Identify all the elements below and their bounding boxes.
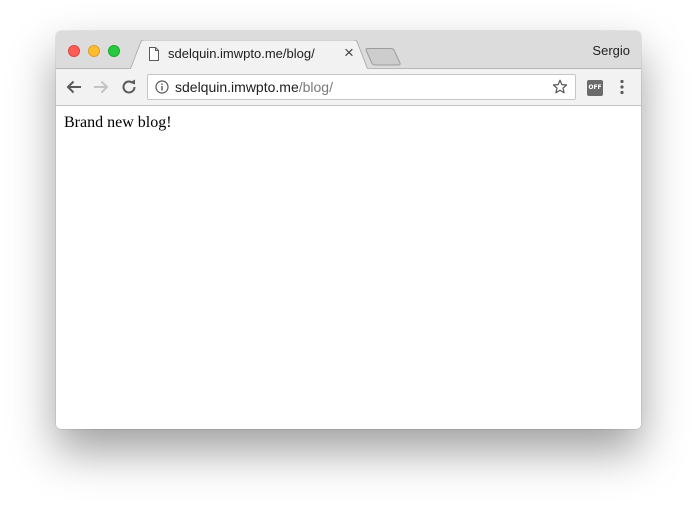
extension-off-icon[interactable]: OFF bbox=[587, 80, 603, 96]
tab-title: sdelquin.imwpto.me/blog/ bbox=[168, 46, 315, 61]
info-icon[interactable] bbox=[155, 80, 169, 94]
url-path: /blog/ bbox=[298, 79, 333, 95]
page-body-text: Brand new blog! bbox=[64, 114, 172, 131]
window-minimize-button[interactable] bbox=[88, 45, 100, 57]
browser-toolbar: sdelquin.imwpto.me/blog/ OFF bbox=[56, 69, 641, 106]
window-maximize-button[interactable] bbox=[108, 45, 120, 57]
reload-icon[interactable] bbox=[120, 78, 138, 96]
window-close-button[interactable] bbox=[68, 45, 80, 57]
new-tab-button[interactable] bbox=[364, 47, 404, 67]
tab-strip: sdelquin.imwpto.me/blog/ × Sergio bbox=[56, 31, 641, 70]
forward-arrow-icon[interactable] bbox=[92, 78, 110, 96]
kebab-menu-icon[interactable] bbox=[618, 79, 626, 95]
url-host: sdelquin.imwpto.me bbox=[175, 79, 299, 95]
star-icon[interactable] bbox=[552, 79, 568, 95]
page-viewport: Brand new blog! bbox=[56, 106, 641, 429]
back-arrow-icon[interactable] bbox=[65, 78, 83, 96]
tab-active[interactable]: sdelquin.imwpto.me/blog/ × bbox=[130, 40, 368, 70]
document-icon bbox=[149, 47, 159, 61]
url-text[interactable]: sdelquin.imwpto.me/blog/ bbox=[175, 79, 333, 95]
browser-window: sdelquin.imwpto.me/blog/ × Sergio sdelqu… bbox=[56, 31, 641, 429]
profile-name[interactable]: Sergio bbox=[592, 43, 630, 58]
address-bar[interactable]: sdelquin.imwpto.me/blog/ bbox=[147, 74, 576, 100]
tab-close-icon[interactable]: × bbox=[341, 44, 357, 61]
